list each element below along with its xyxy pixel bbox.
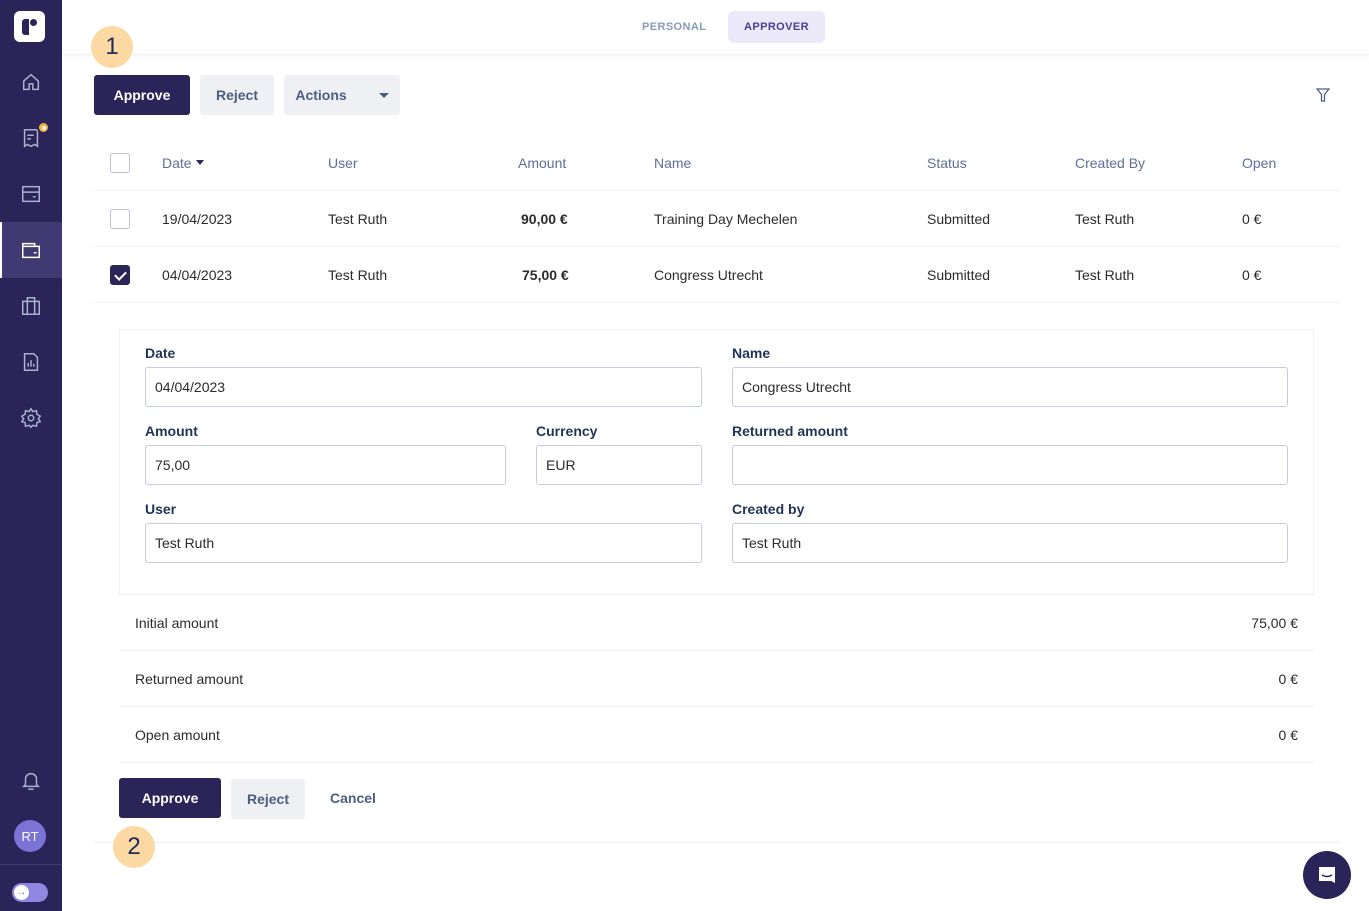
filter-icon[interactable] — [1316, 88, 1330, 102]
summary-label: Open amount — [135, 726, 220, 743]
sidebar: RT → — [0, 0, 62, 911]
row-open: 0 € — [1242, 210, 1262, 227]
home-icon — [22, 73, 40, 91]
returned-amount-label: Returned amount — [732, 423, 848, 439]
notification-badge — [37, 121, 50, 134]
row-created-by: Test Ruth — [1075, 210, 1135, 227]
summary-row-returned: Returned amount 0 € — [119, 651, 1314, 707]
sidebar-item-trips[interactable] — [0, 278, 62, 334]
date-label: Date — [145, 345, 176, 361]
row-user: Test Ruth — [328, 266, 388, 283]
sidebar-item-wallet[interactable] — [0, 222, 62, 278]
detail-approve-button[interactable]: Approve — [119, 778, 221, 818]
table-header: Date User Amount Name Status Created By … — [94, 135, 1340, 191]
summary-row-open: Open amount 0 € — [119, 707, 1314, 763]
table-row[interactable]: 04/04/2023 Test Ruth 75,00 € Congress Ut… — [94, 247, 1340, 303]
created-by-input[interactable]: Test Ruth — [732, 523, 1288, 563]
row-amount: 90,00 € — [521, 210, 568, 227]
column-name[interactable]: Name — [654, 135, 691, 190]
top-bar: PERSONAL APPROVER — [62, 0, 1369, 55]
summary-value: 75,00 € — [1251, 614, 1298, 631]
section-divider — [94, 842, 1340, 843]
row-checkbox[interactable] — [110, 265, 130, 285]
select-all-checkbox[interactable] — [110, 153, 130, 173]
row-name: Training Day Mechelen — [654, 210, 798, 227]
detail-cancel-button[interactable]: Cancel — [318, 778, 388, 818]
summary-value: 0 € — [1278, 670, 1298, 687]
sidebar-item-settings[interactable] — [0, 390, 62, 446]
currency-input[interactable]: EUR — [536, 445, 702, 485]
actions-dropdown[interactable]: Actions — [284, 75, 400, 115]
sidebar-item-home[interactable] — [0, 54, 62, 110]
avatar[interactable]: RT — [14, 820, 46, 852]
step-marker-2: 2 — [113, 826, 155, 868]
sidebar-item-expenses[interactable] — [0, 110, 62, 166]
step-marker-1: 1 — [91, 26, 133, 68]
chat-icon — [1319, 867, 1335, 883]
row-status: Submitted — [927, 210, 991, 227]
summary-value: 0 € — [1278, 726, 1298, 743]
suitcase-icon — [22, 297, 40, 315]
chevron-down-icon — [378, 92, 389, 98]
chat-launcher-button[interactable] — [1303, 851, 1351, 899]
date-input[interactable]: 04/04/2023 — [145, 367, 702, 407]
name-label: Name — [732, 345, 771, 361]
sidebar-divider — [0, 864, 62, 865]
row-open: 0 € — [1242, 266, 1262, 283]
arrow-right-icon: → — [14, 885, 29, 900]
sort-desc-icon — [195, 160, 204, 165]
column-date-label: Date — [162, 154, 192, 171]
column-open[interactable]: Open — [1242, 135, 1276, 190]
gear-icon — [20, 407, 42, 429]
summary-label: Returned amount — [135, 670, 244, 687]
actions-label: Actions — [295, 87, 347, 103]
name-input[interactable]: Congress Utrecht — [732, 367, 1288, 407]
wallet-icon — [22, 242, 40, 259]
summary-label: Initial amount — [135, 614, 219, 631]
tab-personal[interactable]: PERSONAL — [626, 11, 722, 43]
row-amount: 75,00 € — [522, 266, 569, 283]
row-checkbox[interactable] — [110, 209, 130, 229]
column-created-by[interactable]: Created By — [1075, 135, 1145, 190]
app-logo[interactable] — [14, 11, 45, 42]
user-label: User — [145, 501, 177, 517]
currency-label: Currency — [536, 423, 598, 439]
sidebar-item-reports[interactable] — [0, 334, 62, 390]
column-amount[interactable]: Amount — [518, 135, 566, 190]
table-row[interactable]: 19/04/2023 Test Ruth 90,00 € Training Da… — [94, 191, 1340, 247]
returned-amount-input[interactable] — [732, 445, 1288, 485]
sidebar-item-cards[interactable] — [0, 166, 62, 222]
amount-label: Amount — [145, 423, 198, 439]
bell-icon — [21, 772, 41, 790]
amount-input[interactable]: 75,00 — [145, 445, 506, 485]
detail-reject-button[interactable]: Reject — [231, 779, 305, 819]
card-icon — [22, 185, 40, 203]
approve-button[interactable]: Approve — [94, 75, 190, 115]
summary-row-initial: Initial amount 75,00 € — [119, 595, 1314, 651]
created-by-label: Created by — [732, 501, 805, 517]
reject-button[interactable]: Reject — [200, 75, 274, 115]
row-name: Congress Utrecht — [654, 266, 763, 283]
notifications-button[interactable] — [0, 752, 62, 808]
sidebar-collapse-toggle[interactable]: → — [12, 883, 48, 902]
column-date[interactable]: Date — [162, 135, 204, 190]
row-created-by: Test Ruth — [1075, 266, 1135, 283]
user-input[interactable]: Test Ruth — [145, 523, 702, 563]
column-user[interactable]: User — [328, 135, 358, 190]
column-status[interactable]: Status — [927, 135, 967, 190]
row-date: 19/04/2023 — [162, 210, 233, 227]
row-status: Submitted — [927, 266, 991, 283]
tab-approver[interactable]: APPROVER — [728, 11, 825, 43]
row-date: 04/04/2023 — [162, 266, 233, 283]
row-user: Test Ruth — [328, 210, 388, 227]
report-icon — [23, 353, 39, 371]
